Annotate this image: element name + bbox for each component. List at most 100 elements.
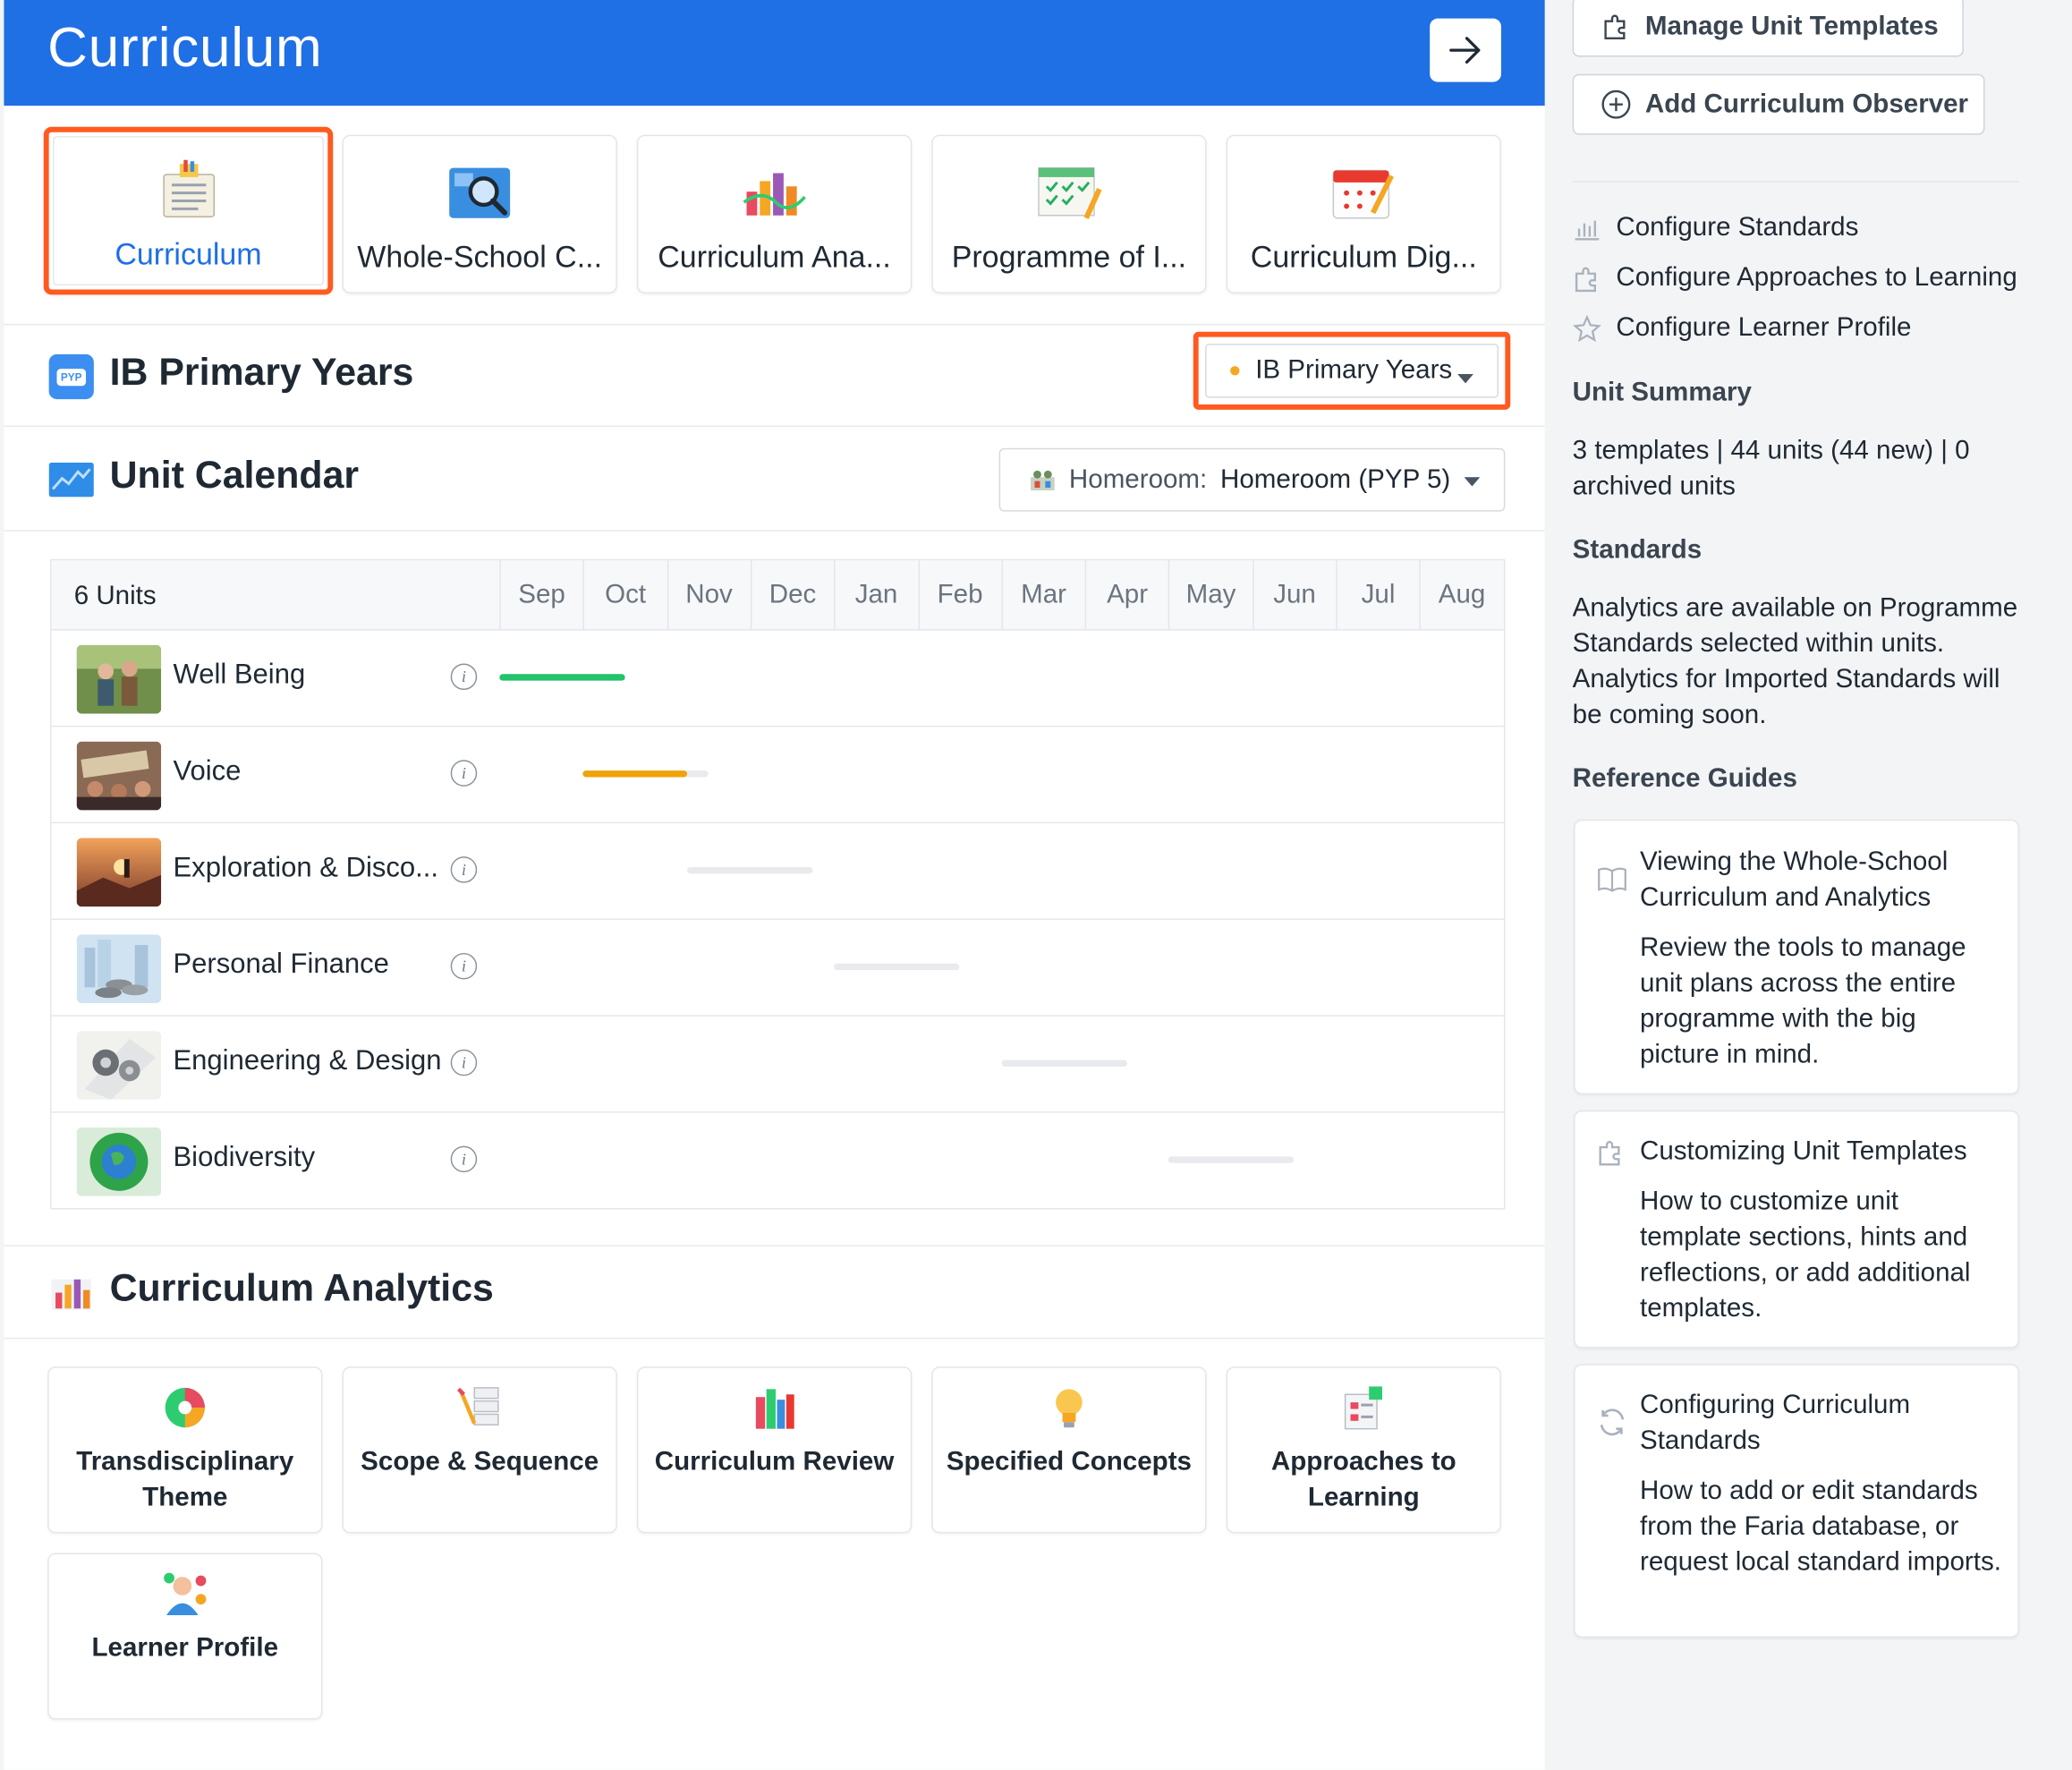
configure-standards-link[interactable]: Configure Standards [1573,212,1859,243]
page-header: Curriculum [4,0,1545,106]
divider [4,1337,1545,1340]
standards-text: Analytics are available on Programme Sta… [1572,593,2018,730]
analytics-tile-approaches[interactable]: Approaches to Learning [1226,1366,1501,1534]
programme-select-highlight: IB Primary Years [1193,331,1511,410]
pyp-badge-text: PYP [56,368,87,386]
unit-progress-bar [499,674,625,681]
month-header-mar: Mar [1001,560,1084,631]
unit-name[interactable]: Voice [173,756,241,787]
status-dot-icon [1230,366,1240,376]
info-icon[interactable]: i [450,1145,478,1173]
unit-row[interactable]: Biodiversity i [51,1112,1504,1210]
manage-unit-templates-button[interactable]: Manage Unit Templates [1572,0,1964,57]
nav-tile-label: Curriculum [115,236,262,271]
nav-tile-curriculum[interactable]: Curriculum [43,126,334,295]
configure-approaches-link[interactable]: Configure Approaches to Learning [1573,263,2017,294]
plus-circle-icon [1601,89,1631,119]
nav-tile-curriculum-digest[interactable]: Curriculum Dig... [1226,134,1501,294]
manage-unit-templates-label: Manage Unit Templates [1644,11,1939,41]
unit-timeline-bar[interactable] [1001,1059,1127,1067]
analytics-tile-label: Learner Profile [91,1633,279,1664]
scope-steps-icon [456,1387,499,1425]
analytics-tile-learner-profile[interactable]: Learner Profile [47,1553,323,1720]
analytics-tile-curriculum-review[interactable]: Curriculum Review [636,1366,913,1534]
link-label: Configure Standards [1616,212,1859,243]
checklist-icon [1344,1386,1382,1430]
unit-timeline-bar[interactable] [1168,1156,1295,1163]
curriculum-book-icon [162,159,215,217]
info-icon[interactable]: i [450,663,478,691]
nav-tile-label: Whole-School C... [357,239,603,274]
nav-tile-label: Programme of I... [951,239,1187,274]
unit-thumbnail[interactable] [76,934,162,1004]
add-curriculum-observer-label: Add Curriculum Observer [1644,89,1969,119]
line-chart-icon [48,462,94,498]
unit-name[interactable]: Engineering & Design [173,1045,441,1076]
analytics-tile-specified-concepts[interactable]: Specified Concepts [931,1366,1207,1534]
nav-tile-curriculum-analytics[interactable]: Curriculum Ana... [636,134,913,294]
unit-name[interactable]: Biodiversity [173,1142,315,1173]
books-icon [755,1389,794,1429]
programme-select[interactable]: IB Primary Years [1205,344,1499,398]
unit-progress-bar [582,770,688,778]
add-curriculum-observer-button[interactable]: Add Curriculum Observer [1572,73,1985,135]
bar-chart-color-icon [743,173,806,216]
programme-title: IB Primary Years [109,351,414,395]
unit-thumbnail[interactable] [76,838,162,907]
homeroom-select[interactable]: Homeroom: Homeroom (PYP 5) [998,447,1506,512]
pyp-badge-icon: PYP [48,353,94,400]
month-header-jan: Jan [834,560,917,631]
divider [4,530,1545,532]
analytics-tile-label: Scope & Sequence [361,1447,599,1476]
nav-tile-label: Curriculum Dig... [1250,239,1477,274]
unit-thumbnail[interactable] [76,1031,162,1100]
magnifier-screen-icon [449,167,511,218]
unit-row[interactable]: Voice i [51,727,1504,824]
guide-body: Review the tools to manage unit plans ac… [1640,932,1966,1069]
unit-calendar-title: Unit Calendar [109,455,360,498]
guide-card[interactable]: Customizing Unit Templates How to custom… [1574,1110,2019,1349]
nav-tile-programme[interactable]: Programme of I... [931,134,1207,294]
guide-card[interactable]: Configuring Curriculum Standards How to … [1574,1364,2019,1638]
nav-tile-whole-school[interactable]: Whole-School C... [342,134,617,294]
unit-timeline-bar[interactable] [687,866,813,874]
guide-body: How to customize unit template sections,… [1640,1187,1971,1323]
unit-name[interactable]: Well Being [173,659,305,691]
unit-row[interactable]: Well Being i [51,630,1504,728]
divider [4,425,1545,428]
units-count: 6 Units [73,581,157,611]
info-icon[interactable]: i [450,952,478,980]
bar-chart-icon [1575,219,1600,240]
info-icon[interactable]: i [450,760,478,787]
guide-card[interactable]: Viewing the Whole-School Curriculum and … [1574,819,2019,1094]
unit-summary-heading: Unit Summary [1572,378,1752,407]
homeroom-value: Homeroom (PYP 5) [1220,464,1451,494]
guide-title: Customizing Unit Templates [1640,1136,1967,1166]
analytics-tile-scope-sequence[interactable]: Scope & Sequence [342,1366,617,1534]
main-panel: Curriculum Curriculum Whole-School C... … [4,0,1545,1770]
unit-row[interactable]: Personal Finance i [51,920,1504,1017]
month-header-aug: Aug [1419,560,1503,631]
unit-name[interactable]: Exploration & Disco... [173,853,438,884]
calendar-header-row: 6 Units Sep Oct Nov Dec Jan Feb Mar Apr May Jun Ju… [51,560,1504,631]
refresh-icon [1600,1408,1625,1436]
analytics-chart-icon [51,1279,91,1310]
unit-row[interactable]: Exploration & Disco... i [51,823,1504,921]
info-icon[interactable]: i [450,856,478,883]
unit-thumbnail[interactable] [76,741,162,811]
month-header-oct: Oct [582,560,667,631]
info-icon[interactable]: i [450,1049,478,1076]
unit-thumbnail[interactable] [76,644,162,714]
unit-name[interactable]: Personal Finance [173,949,388,981]
book-icon [1598,867,1626,892]
collapse-sidebar-button[interactable] [1430,18,1501,82]
learner-icon [164,1572,207,1615]
unit-row[interactable]: Engineering & Design i [51,1016,1504,1113]
analytics-tile-label: Curriculum Review [654,1447,895,1476]
configure-learner-profile-link[interactable]: Configure Learner Profile [1572,313,1911,344]
unit-thumbnail[interactable] [76,1127,162,1196]
month-header-jun: Jun [1252,560,1336,631]
unit-timeline-bar[interactable] [834,963,960,971]
analytics-tile-transdisciplinary[interactable]: Transdisciplinary Theme [47,1366,323,1534]
month-header-nov: Nov [667,560,750,631]
